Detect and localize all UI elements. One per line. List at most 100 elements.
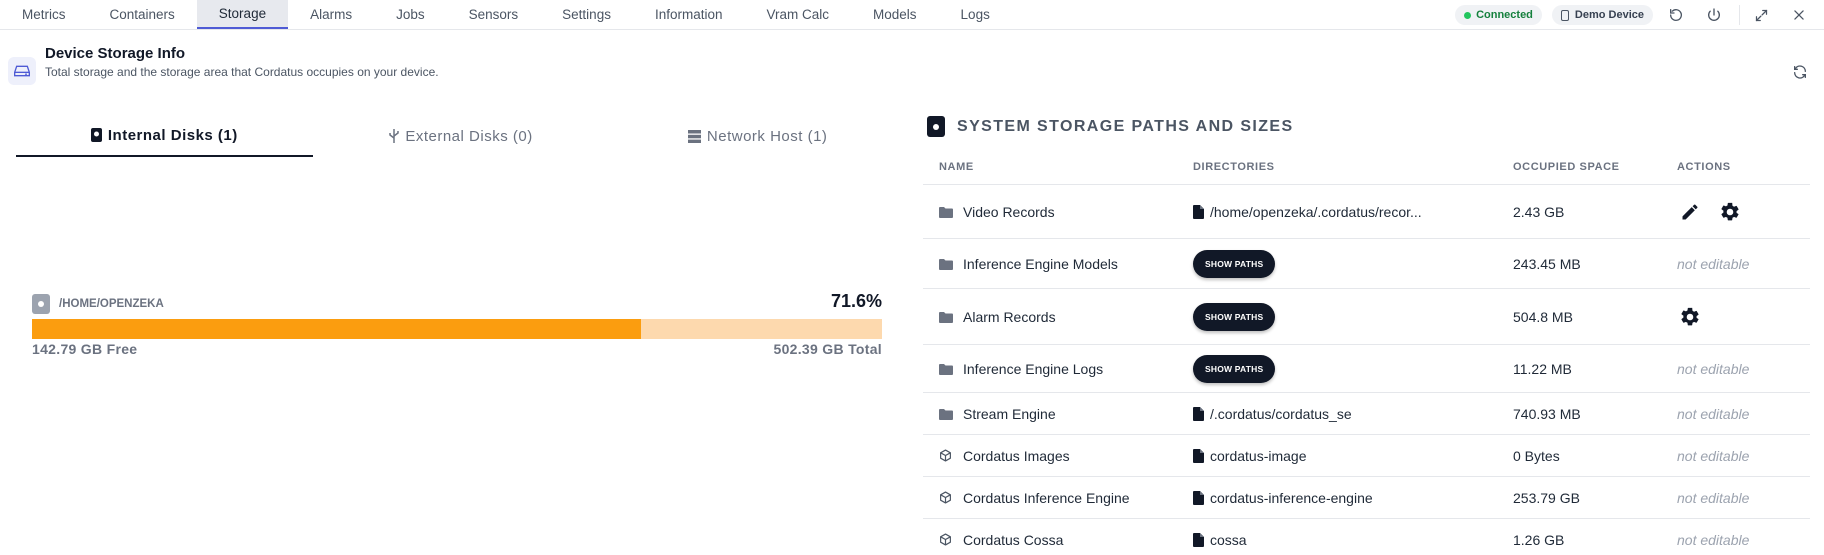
show-paths-button[interactable]: SHOW PATHS: [1193, 249, 1276, 278]
row-name: Stream Engine: [963, 405, 1056, 422]
row-actions-cell: not editable: [1677, 256, 1810, 272]
nav-divider: [1739, 5, 1740, 25]
row-directory-cell: cossa: [1193, 532, 1513, 548]
device-label: Demo Device: [1574, 9, 1644, 21]
table-row: Cordatus Inference Engine cordatus-infere…: [923, 477, 1810, 519]
tab-models[interactable]: Models: [851, 0, 939, 29]
row-actions-cell: not editable: [1677, 361, 1810, 377]
row-name: Cordatus Cossa: [963, 531, 1064, 548]
row-name-cell: Inference Engine Models: [923, 256, 1193, 272]
folder-icon: [939, 311, 953, 323]
table-row: Alarm Records SHOW PATHS 504.8 MB: [923, 289, 1810, 345]
disk-total: 502.39 GB Total: [773, 341, 882, 357]
folder-icon: [939, 206, 953, 218]
usb-icon: [389, 129, 400, 143]
table-row: Inference Engine Logs SHOW PATHS 11.22 MB n…: [923, 345, 1810, 393]
row-name-cell: Inference Engine Logs: [923, 361, 1193, 377]
row-directory: cordatus-inference-engine: [1210, 489, 1373, 506]
not-editable-label: not editable: [1677, 447, 1750, 464]
row-occupied-space: 243.45 MB: [1513, 255, 1581, 272]
disk-usage-percent: 71.6%: [830, 291, 882, 311]
page-title: Device Storage Info: [45, 45, 186, 62]
show-paths-button[interactable]: SHOW PATHS: [1193, 354, 1276, 383]
tab-vram-calc[interactable]: Vram Calc: [745, 0, 852, 29]
not-editable-label: not editable: [1677, 360, 1750, 377]
tab-containers[interactable]: Containers: [88, 0, 197, 29]
row-occupied-space: 504.8 MB: [1513, 308, 1573, 325]
folder-icon: [939, 258, 953, 270]
tab-network-host[interactable]: Network Host (1): [609, 115, 906, 157]
tab-internal-disks-label: Internal Disks (1): [107, 126, 238, 144]
connection-status-label: Connected: [1476, 9, 1533, 21]
cube-icon: [939, 449, 953, 462]
settings-button[interactable]: [1677, 304, 1703, 330]
reset-button[interactable]: [1663, 2, 1689, 28]
file-icon: [1193, 448, 1204, 463]
page-subtitle: Total storage and the storage area that …: [45, 65, 439, 79]
tab-jobs[interactable]: Jobs: [374, 0, 447, 29]
row-directory-cell: SHOW PATHS: [1193, 354, 1513, 383]
column-directories: DIRECTORIES: [1193, 161, 1275, 173]
row-name-cell: Cordatus Images: [923, 448, 1193, 464]
file-icon: [1193, 406, 1204, 421]
storage-table: NAME DIRECTORIES OCCUPIED SPACE ACTIONS …: [923, 150, 1810, 555]
hdd-icon: [90, 128, 102, 142]
row-directory-cell: /home/openzeka/.cordatus/recor...: [1193, 204, 1513, 220]
close-icon: [1794, 10, 1804, 20]
tab-storage[interactable]: Storage: [196, 0, 289, 29]
nav-right: Connected Demo Device: [1455, 0, 1824, 30]
folder-icon: [939, 408, 953, 420]
table-row: Stream Engine /.cordatus/cordatus_se 740.9…: [923, 393, 1810, 435]
nav-tabs: Metrics Containers Storage Alarms Jobs Sensor…: [0, 0, 1012, 30]
file-icon: [1193, 204, 1204, 219]
row-actions-cell: not editable: [1677, 406, 1810, 422]
table-row: Video Records/home/openzeka/.cordatus/re…: [923, 185, 1810, 239]
not-editable-label: not editable: [1677, 255, 1750, 272]
settings-button[interactable]: [1717, 199, 1743, 225]
device-icon: [1560, 9, 1569, 21]
tab-metrics[interactable]: Metrics: [0, 0, 88, 29]
tab-alarms[interactable]: Alarms: [288, 0, 374, 29]
close-button[interactable]: [1786, 2, 1812, 28]
gear-icon: [1679, 306, 1701, 328]
table-row: Cordatus Images cordatus-image 0 Bytes not …: [923, 435, 1810, 477]
expand-button[interactable]: [1748, 2, 1774, 28]
table-header: NAME DIRECTORIES OCCUPIED SPACE ACTIONS: [923, 150, 1810, 185]
row-directory-cell: SHOW PATHS: [1193, 302, 1513, 331]
pencil-icon: [1680, 202, 1700, 222]
show-paths-button[interactable]: SHOW PATHS: [1193, 302, 1276, 331]
not-editable-label: not editable: [1677, 489, 1750, 506]
refresh-button[interactable]: [1788, 60, 1812, 84]
tab-settings[interactable]: Settings: [540, 0, 633, 29]
not-editable-label: not editable: [1677, 531, 1750, 548]
tab-information[interactable]: Information: [633, 0, 745, 29]
device-badge[interactable]: Demo Device: [1551, 5, 1653, 25]
tab-external-disks[interactable]: External Disks (0): [313, 115, 610, 157]
row-name-cell: Alarm Records: [923, 309, 1193, 325]
disk-path: /HOME/OPENZEKA: [32, 294, 164, 314]
row-directory: /home/openzeka/.cordatus/recor...: [1210, 203, 1422, 220]
row-name: Video Records: [963, 203, 1055, 220]
disk-usage-bar: [32, 319, 882, 339]
disk-path-label: /HOME/OPENZEKA: [59, 298, 164, 310]
row-actions-cell: [1677, 199, 1810, 225]
tab-sensors[interactable]: Sensors: [447, 0, 541, 29]
table-row: Cordatus Cossa cossa 1.26 GB not editable: [923, 519, 1810, 555]
power-icon: [1708, 8, 1720, 21]
table-body: Video Records/home/openzeka/.cordatus/re…: [923, 185, 1810, 555]
tab-external-disks-label: External Disks (0): [405, 127, 533, 145]
row-name-cell: Video Records: [923, 204, 1193, 220]
tab-logs[interactable]: Logs: [939, 0, 1012, 29]
power-button[interactable]: [1701, 2, 1727, 28]
row-actions-cell: [1677, 304, 1810, 330]
folder-icon: [939, 363, 953, 375]
row-directory-cell: cordatus-image: [1193, 448, 1513, 464]
edit-button[interactable]: [1677, 199, 1703, 225]
server-icon: [687, 129, 701, 143]
file-icon: [1193, 490, 1204, 505]
row-name: Cordatus Inference Engine: [963, 489, 1130, 506]
row-directory-cell: /.cordatus/cordatus_se: [1193, 406, 1513, 422]
storage-header-icon: [8, 57, 36, 85]
tab-internal-disks[interactable]: Internal Disks (1): [16, 115, 313, 157]
row-occupied-space: 253.79 GB: [1513, 489, 1580, 506]
